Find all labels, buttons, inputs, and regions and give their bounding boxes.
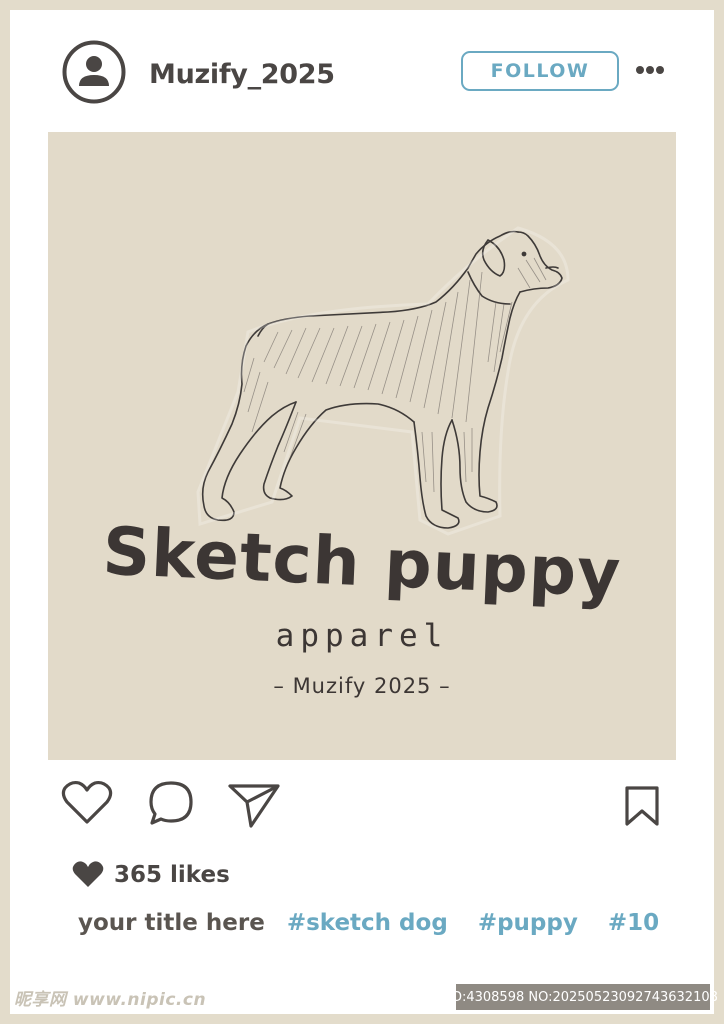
more-dots-icon [636, 66, 664, 74]
caption: your title here #sketch dog #puppy #10 [78, 910, 681, 936]
post-actions-bar [10, 780, 714, 840]
comment-bubble-icon [149, 781, 193, 825]
watermark-site: 昵享网 www.nipic.cn [14, 990, 207, 1010]
like-button[interactable] [61, 780, 113, 830]
follow-button[interactable]: FOLLOW [461, 51, 619, 91]
save-button[interactable] [624, 785, 660, 831]
bookmark-icon [625, 786, 659, 826]
logo-brand: – Muzify 2025 – [273, 674, 451, 698]
post-image[interactable]: Sketch puppy apparel – Muzify 2025 – [48, 132, 676, 760]
logo-subtitle: apparel [275, 618, 449, 654]
avatar[interactable] [62, 40, 126, 104]
comment-button[interactable] [147, 780, 195, 832]
post-header: Muzify_2025 FOLLOW [10, 10, 714, 132]
watermark-id: ID:4308598 NO:20250523092743632108 [448, 984, 718, 1010]
more-options-button[interactable] [634, 62, 666, 78]
user-avatar-icon [62, 40, 126, 104]
hashtag-puppy[interactable]: #puppy [478, 910, 578, 936]
share-button[interactable] [227, 780, 281, 832]
likes-row: 365 likes [72, 860, 230, 890]
heart-outline-icon [61, 780, 113, 824]
hashtag-10[interactable]: #10 [608, 910, 659, 936]
post-card: Muzify_2025 FOLLOW Sketch puppy apparel … [10, 10, 714, 1014]
likes-count[interactable]: 365 likes [114, 862, 230, 888]
hashtag-sketch-dog[interactable]: #sketch dog [287, 910, 448, 936]
paper-plane-icon [228, 784, 280, 828]
heart-filled-icon [72, 861, 104, 887]
caption-title: your title here [78, 910, 265, 936]
username[interactable]: Muzify_2025 [149, 59, 335, 90]
dog-sketch-illustration [196, 226, 570, 536]
